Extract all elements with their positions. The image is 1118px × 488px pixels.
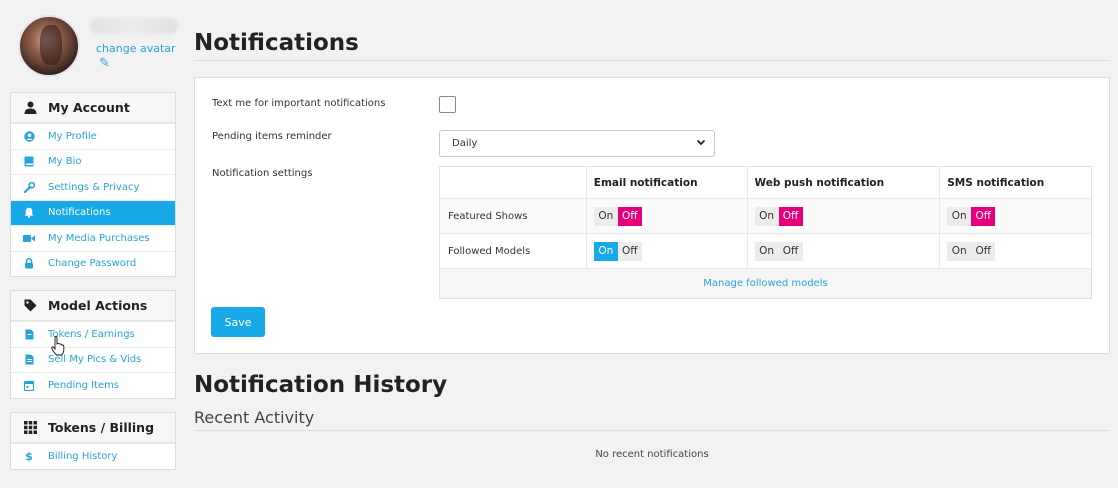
- no-recent-notifications-text: No recent notifications: [595, 449, 709, 460]
- sidebar-item-tokens-earnings[interactable]: Tokens / Earnings: [11, 321, 175, 347]
- followed-models-sms-cell: On Off: [939, 234, 1091, 268]
- recent-activity-divider: [194, 430, 1110, 431]
- header-sms-notification: SMS notification: [939, 167, 1091, 198]
- followed-models-sms-toggle[interactable]: On Off: [947, 241, 996, 261]
- featured-shows-sms-cell: On Off: [939, 199, 1091, 233]
- notification-history-title: Notification History: [194, 372, 448, 398]
- table-header-empty: [440, 167, 586, 198]
- followed-models-webpush-cell: On Off: [746, 234, 940, 268]
- pending-reminder-label: Pending items reminder: [212, 131, 332, 142]
- sidebar-item-label: My Profile: [48, 130, 97, 142]
- tag-icon: [23, 299, 37, 312]
- save-button[interactable]: Save: [211, 307, 265, 337]
- file-icon: [23, 329, 35, 340]
- toggle-off-selected[interactable]: Off: [778, 206, 803, 226]
- sidebar-item-label: Billing History: [48, 450, 118, 462]
- file-text-icon: [23, 354, 35, 365]
- toggle-off[interactable]: Off: [971, 241, 996, 261]
- toggle-on[interactable]: On: [947, 241, 972, 261]
- table-row-featured-shows: Featured Shows On Off On Off On Off: [440, 198, 1091, 233]
- sidebar-item-billing-history[interactable]: $ Billing History: [11, 443, 175, 469]
- row-label-featured-shows: Featured Shows: [448, 210, 528, 222]
- followed-models-webpush-toggle[interactable]: On Off: [754, 241, 803, 261]
- sidebar-item-label: Settings & Privacy: [48, 181, 140, 193]
- bell-icon: [23, 207, 35, 219]
- followed-models-email-cell: On Off: [585, 234, 747, 268]
- sidebar-item-my-bio[interactable]: My Bio: [11, 148, 175, 175]
- sidebar-item-settings-privacy[interactable]: Settings & Privacy: [11, 174, 175, 200]
- pending-reminder-select[interactable]: Daily: [439, 130, 715, 157]
- sidebar-item-notifications[interactable]: Notifications: [11, 199, 175, 225]
- sidebar-item-my-profile[interactable]: My Profile: [11, 123, 175, 149]
- avatar[interactable]: [18, 15, 80, 77]
- tokens-billing-panel: Tokens / Billing $ Billing History: [10, 412, 176, 470]
- page-title: Notifications: [194, 30, 359, 56]
- followed-models-email-toggle[interactable]: On Off: [593, 241, 642, 261]
- video-camera-icon: [23, 234, 35, 243]
- pencil-icon[interactable]: ✎: [99, 56, 110, 71]
- featured-shows-email-toggle[interactable]: On Off: [593, 206, 642, 226]
- sidebar-item-label: My Media Purchases: [48, 232, 150, 244]
- featured-shows-sms-toggle[interactable]: On Off: [947, 206, 996, 226]
- model-actions-header: Model Actions: [11, 291, 175, 321]
- grid-icon: [23, 421, 37, 434]
- tokens-billing-title: Tokens / Billing: [48, 420, 155, 435]
- row-label-followed-models: Followed Models: [448, 245, 531, 257]
- sidebar-item-sell-pics-vids[interactable]: Sell My Pics & Vids: [11, 346, 175, 373]
- sidebar-item-label: Change Password: [48, 258, 137, 270]
- featured-shows-webpush-toggle[interactable]: On Off: [754, 206, 803, 226]
- toggle-on[interactable]: On: [754, 241, 779, 261]
- title-divider: [194, 60, 1110, 61]
- featured-shows-webpush-cell: On Off: [746, 199, 940, 233]
- sidebar-item-label: Pending Items: [48, 379, 120, 391]
- table-row-followed-models: Followed Models On Off On Off On Off: [440, 233, 1091, 268]
- sidebar-item-change-password[interactable]: Change Password: [11, 250, 175, 277]
- toggle-on-selected[interactable]: On: [593, 241, 618, 261]
- toggle-on[interactable]: On: [593, 206, 618, 226]
- chevron-down-icon: [696, 137, 706, 150]
- sidebar-item-pending-items[interactable]: Pending Items: [11, 372, 175, 398]
- change-avatar-link[interactable]: change avatar: [96, 42, 176, 55]
- user-circle-icon: [23, 131, 35, 142]
- lock-icon: [23, 258, 35, 269]
- toggle-on[interactable]: On: [947, 206, 972, 226]
- toggle-off-selected[interactable]: Off: [971, 206, 996, 226]
- text-me-label: Text me for important notifications: [212, 98, 386, 109]
- dollar-icon: $: [25, 449, 33, 463]
- my-account-panel: My Account My Profile My Bio Settings & …: [10, 92, 176, 277]
- notification-settings-label: Notification settings: [212, 168, 313, 179]
- text-me-checkbox[interactable]: [439, 96, 456, 113]
- username-blurred: [90, 18, 178, 34]
- pending-reminder-value: Daily: [452, 138, 478, 149]
- header-web-push-notification: Web push notification: [746, 167, 940, 198]
- calendar-icon: [23, 380, 35, 391]
- toggle-off-selected[interactable]: Off: [617, 206, 642, 226]
- table-header-row: Email notification Web push notification…: [440, 167, 1091, 198]
- book-icon: [23, 156, 35, 167]
- tokens-billing-header: Tokens / Billing: [11, 413, 175, 443]
- toggle-off[interactable]: Off: [617, 241, 642, 261]
- header-email-notification: Email notification: [585, 167, 747, 198]
- recent-activity-title: Recent Activity: [194, 408, 315, 427]
- my-account-header: My Account: [11, 93, 175, 123]
- manage-followed-models-link[interactable]: Manage followed models: [703, 278, 827, 289]
- wrench-icon: [23, 181, 35, 193]
- table-footer-row: Manage followed models: [440, 268, 1091, 298]
- sidebar-item-label: My Bio: [48, 156, 82, 168]
- sidebar-item-label: Notifications: [48, 207, 111, 219]
- model-actions-panel: Model Actions Tokens / Earnings Sell My …: [10, 290, 176, 399]
- notification-settings-card: Text me for important notifications Pend…: [194, 77, 1110, 354]
- toggle-on[interactable]: On: [754, 206, 779, 226]
- hand-cursor-icon: [51, 336, 65, 356]
- sidebar-item-my-media-purchases[interactable]: My Media Purchases: [11, 225, 175, 251]
- user-icon: [23, 101, 37, 114]
- toggle-off[interactable]: Off: [778, 241, 803, 261]
- model-actions-title: Model Actions: [48, 298, 148, 313]
- featured-shows-email-cell: On Off: [585, 199, 747, 233]
- notification-settings-table: Email notification Web push notification…: [439, 166, 1092, 299]
- my-account-title: My Account: [48, 100, 130, 115]
